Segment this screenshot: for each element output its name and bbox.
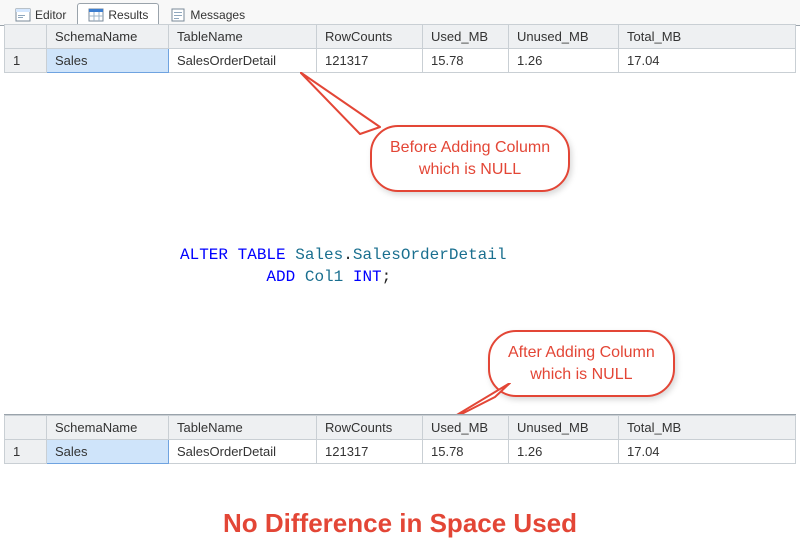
col-unused[interactable]: Unused_MB xyxy=(509,25,619,49)
col-rowcounts[interactable]: RowCounts xyxy=(317,25,423,49)
cell-table[interactable]: SalesOrderDetail xyxy=(169,440,317,464)
cell-schema[interactable]: Sales xyxy=(47,440,169,464)
tab-editor-label: Editor xyxy=(35,8,66,22)
col-total[interactable]: Total_MB xyxy=(619,416,796,440)
tab-results-label: Results xyxy=(108,8,148,22)
results-grid-icon xyxy=(88,7,104,23)
cell-rownum[interactable]: 1 xyxy=(5,49,47,73)
sql-type: INT xyxy=(353,268,382,286)
callout-after-l1: After Adding Column xyxy=(508,342,655,364)
callout-before-l1: Before Adding Column xyxy=(390,137,550,159)
results-tabstrip: Editor Results Messages xyxy=(0,0,800,26)
callout-before-l2: which is NULL xyxy=(390,159,550,181)
col-rownum[interactable] xyxy=(5,25,47,49)
col-table[interactable]: TableName xyxy=(169,25,317,49)
editor-icon xyxy=(15,7,31,23)
result-grid-after: SchemaName TableName RowCounts Used_MB U… xyxy=(4,414,796,464)
table-row[interactable]: 1 Sales SalesOrderDetail 121317 15.78 1.… xyxy=(5,49,796,73)
cell-rowcounts[interactable]: 121317 xyxy=(317,440,423,464)
tab-editor[interactable]: Editor xyxy=(4,3,77,26)
sql-col: Col1 xyxy=(295,268,353,286)
col-rowcounts[interactable]: RowCounts xyxy=(317,416,423,440)
table-row[interactable]: 1 Sales SalesOrderDetail 121317 15.78 1.… xyxy=(5,440,796,464)
col-schema[interactable]: SchemaName xyxy=(47,25,169,49)
callout-before: Before Adding Column which is NULL xyxy=(370,125,570,192)
sql-kw-add: ADD xyxy=(266,268,295,286)
callout-after: After Adding Column which is NULL xyxy=(488,330,675,397)
col-total[interactable]: Total_MB xyxy=(619,25,796,49)
sql-schema: Sales xyxy=(286,246,344,264)
table-after: SchemaName TableName RowCounts Used_MB U… xyxy=(4,415,796,464)
cell-total[interactable]: 17.04 xyxy=(619,440,796,464)
sql-kw-alter: ALTER TABLE xyxy=(180,246,286,264)
table-header-row: SchemaName TableName RowCounts Used_MB U… xyxy=(5,416,796,440)
callout-before-tail xyxy=(300,72,430,152)
cell-table[interactable]: SalesOrderDetail xyxy=(169,49,317,73)
table-header-row: SchemaName TableName RowCounts Used_MB U… xyxy=(5,25,796,49)
tab-results[interactable]: Results xyxy=(77,3,159,26)
table-before: SchemaName TableName RowCounts Used_MB U… xyxy=(4,24,796,73)
cell-used[interactable]: 15.78 xyxy=(423,440,509,464)
cell-schema[interactable]: Sales xyxy=(47,49,169,73)
cell-rownum[interactable]: 1 xyxy=(5,440,47,464)
sql-semi: ; xyxy=(382,268,392,286)
tab-messages-label: Messages xyxy=(190,8,245,22)
tab-messages[interactable]: Messages xyxy=(159,3,256,26)
sql-snippet: ALTER TABLE Sales.SalesOrderDetail ADD C… xyxy=(180,245,506,288)
col-rownum[interactable] xyxy=(5,416,47,440)
messages-icon xyxy=(170,7,186,23)
col-table[interactable]: TableName xyxy=(169,416,317,440)
summary-caption: No Difference in Space Used xyxy=(0,508,800,539)
cell-used[interactable]: 15.78 xyxy=(423,49,509,73)
callout-after-l2: which is NULL xyxy=(508,364,655,386)
sql-dot: . xyxy=(343,246,353,264)
result-grid-before: SchemaName TableName RowCounts Used_MB U… xyxy=(4,24,796,73)
cell-unused[interactable]: 1.26 xyxy=(509,440,619,464)
cell-total[interactable]: 17.04 xyxy=(619,49,796,73)
cell-rowcounts[interactable]: 121317 xyxy=(317,49,423,73)
cell-unused[interactable]: 1.26 xyxy=(509,49,619,73)
sql-table: SalesOrderDetail xyxy=(353,246,507,264)
col-unused[interactable]: Unused_MB xyxy=(509,416,619,440)
col-schema[interactable]: SchemaName xyxy=(47,416,169,440)
col-used[interactable]: Used_MB xyxy=(423,25,509,49)
col-used[interactable]: Used_MB xyxy=(423,416,509,440)
